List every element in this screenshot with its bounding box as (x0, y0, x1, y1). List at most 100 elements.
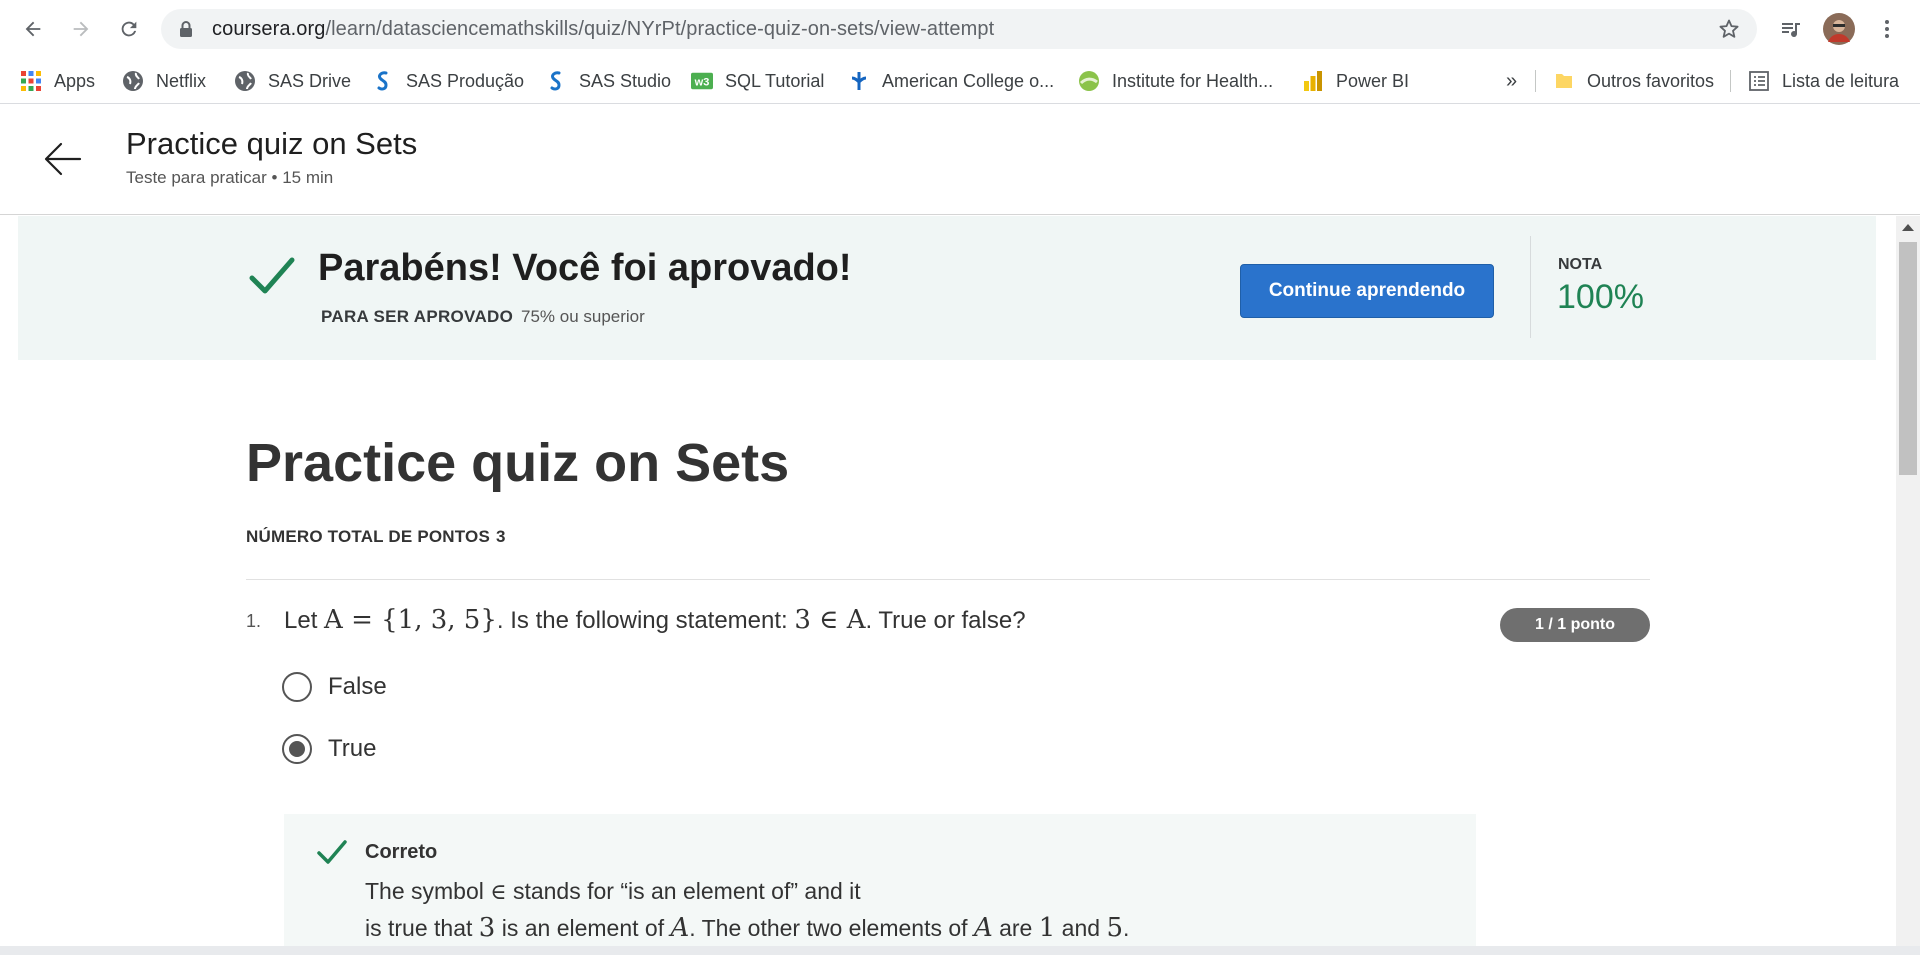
reading-list-button[interactable]: Lista de leitura (1748, 58, 1899, 104)
avatar (1823, 13, 1855, 45)
bookmark-label: SAS Drive (268, 70, 352, 91)
bookmark-sas-drive[interactable]: SAS Drive (234, 58, 351, 104)
bookmark-label: Netflix (156, 70, 207, 91)
question-text-part: . True or false? (865, 607, 1026, 634)
answer-option-label: False (328, 673, 387, 700)
feedback-math: ∈ (490, 880, 507, 905)
course-header: Practice quiz on Sets Teste para pratica… (0, 104, 1920, 215)
checkmark-icon (317, 840, 347, 864)
bookmark-star-icon[interactable] (1717, 17, 1741, 41)
total-points: NÚMERO TOTAL DE PONTOS 3 (246, 527, 506, 547)
total-points-value: 3 (496, 527, 506, 546)
bookmark-label: Outros favoritos (1587, 70, 1715, 91)
bookmark-apps[interactable]: Apps (20, 58, 95, 104)
feedback-math: A (670, 913, 690, 943)
question-text-part: . Is the following statement: (496, 607, 795, 634)
page-subtitle: Teste para praticar • 15 min (126, 168, 334, 187)
bookmark-sas-producao[interactable]: SAS Produção (372, 58, 524, 104)
sas-logo-icon (372, 70, 394, 92)
radio-dot (289, 741, 305, 757)
scroll-up-arrow-icon[interactable] (1902, 224, 1914, 231)
feedback-math: 3 (478, 913, 496, 943)
continue-learning-button[interactable]: Continue aprendendo (1240, 264, 1494, 318)
grade-label: NOTA (1558, 256, 1603, 273)
question-text-part: Let (284, 607, 325, 634)
scrollbar-thumb[interactable] (1899, 242, 1917, 475)
reading-list-icon (1748, 70, 1770, 92)
media-control-button[interactable] (1774, 12, 1808, 46)
bookmark-american-college[interactable]: American College o... (848, 58, 1054, 104)
overflow-chevron-icon: » (1506, 69, 1518, 92)
banner-divider (1530, 236, 1531, 338)
radio-button[interactable] (282, 672, 312, 702)
pass-requirement-label: PARA SER APROVADO (321, 307, 514, 326)
arrow-right-icon (73, 21, 89, 37)
feedback-line-1: The symbol ∈ stands for “is an element o… (365, 878, 861, 905)
bookmark-label: Power BI (1336, 70, 1410, 91)
address-bar[interactable]: coursera.org/learn/datasciencemathskills… (161, 9, 1757, 49)
bookmark-label: American College o... (882, 70, 1055, 91)
question-points-badge: 1 / 1 ponto (1500, 608, 1650, 642)
total-points-label: NÚMERO TOTAL DE PONTOS (246, 527, 490, 546)
feedback-text-part: is an element of (495, 915, 671, 941)
bookmark-institute-health[interactable]: Institute for Health... (1078, 58, 1273, 104)
back-button[interactable] (16, 12, 50, 46)
feedback-math: A (973, 913, 993, 943)
bookmarks-divider (1535, 70, 1536, 92)
feedback-text-part: are (992, 915, 1039, 941)
bookmark-label: Institute for Health... (1112, 70, 1274, 91)
lock-icon (180, 21, 192, 37)
reload-button[interactable] (112, 12, 146, 46)
url-path: /learn/datasciencemathskills/quiz/NYrPt/… (325, 18, 995, 40)
profile-avatar-button[interactable] (1822, 12, 1856, 46)
globe-icon (234, 70, 256, 92)
radio-button-selected[interactable] (282, 734, 312, 764)
bookmark-netflix[interactable]: Netflix (122, 58, 206, 104)
pass-requirement-value: 75% ou superior (521, 307, 645, 326)
feedback-text-part: The symbol (365, 878, 491, 904)
bookmark-label: SQL Tutorial (725, 70, 825, 91)
result-banner: Parabéns! Você foi aprovado! PARA SER AP… (18, 216, 1876, 360)
bookmark-sas-studio[interactable]: SAS Studio (545, 58, 671, 104)
bookmark-power-bi[interactable]: Power BI (1302, 58, 1409, 104)
bookmarks-divider (1730, 70, 1731, 92)
browser-toolbar: coursera.org/learn/datasciencemathskills… (0, 0, 1920, 58)
answer-option-label: True (328, 735, 377, 762)
window-bottom-edge (0, 946, 1920, 955)
answer-feedback: Correto The symbol ∈ stands for “is an e… (284, 814, 1476, 946)
bookmark-label: SAS Studio (579, 70, 672, 91)
feedback-text-part: stands for “is an element of” and it (506, 878, 861, 904)
page-title: Practice quiz on Sets (126, 126, 418, 161)
bookmarks-bar: Apps Netflix SAS Drive SAS Produção SAS … (0, 58, 1920, 104)
bookmark-other-favorites[interactable]: Outros favoritos (1553, 58, 1714, 104)
answer-option-true[interactable]: True (282, 732, 376, 766)
more-vert-icon (1885, 20, 1889, 38)
question-number: 1. (246, 611, 262, 631)
ihme-icon (1078, 70, 1100, 92)
quiz-title: Practice quiz on Sets (246, 433, 790, 493)
w3schools-icon: w3 (691, 70, 713, 92)
feedback-text-part: and (1055, 915, 1107, 941)
url-host: coursera.org (212, 18, 326, 40)
bookmark-label: Apps (54, 70, 96, 91)
bookmarks-overflow-button[interactable]: » (1506, 58, 1517, 104)
feedback-text-part: . (1123, 915, 1130, 941)
browser-menu-button[interactable] (1870, 12, 1904, 46)
main-content: Parabéns! Você foi aprovado! PARA SER AP… (0, 216, 1896, 946)
grade-value: 100% (1557, 278, 1644, 316)
checkmark-icon (249, 257, 295, 294)
back-arrow-icon[interactable] (42, 138, 84, 180)
page-scrollbar[interactable] (1896, 216, 1920, 946)
feedback-title: Correto (365, 841, 438, 863)
answer-option-false[interactable]: False (282, 670, 387, 704)
forward-button[interactable] (64, 12, 98, 46)
feedback-line-2: is true that 3 is an element of A. The o… (365, 913, 1129, 943)
powerbi-icon (1302, 70, 1324, 92)
svg-text:w3: w3 (694, 77, 710, 89)
bookmark-label: SAS Produção (406, 70, 525, 91)
bookmark-sql-tutorial[interactable]: w3 SQL Tutorial (691, 58, 824, 104)
url-text: coursera.org/learn/datasciencemathskills… (212, 18, 994, 41)
bookmark-label: Lista de leitura (1782, 70, 1900, 91)
feedback-text-part: is true that (365, 915, 479, 941)
feedback-math: 1 (1038, 913, 1056, 943)
